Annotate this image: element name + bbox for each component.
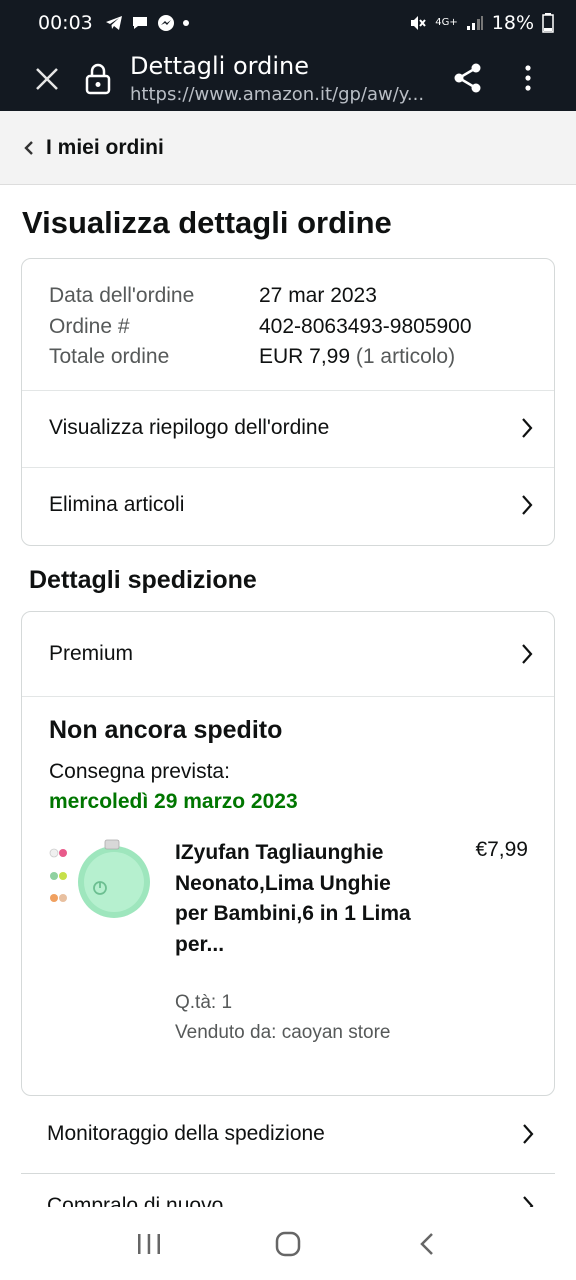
- order-number-row: Ordine # 402-8063493-9805900: [49, 312, 472, 343]
- close-button[interactable]: [30, 62, 64, 96]
- recent-apps-icon: [138, 1234, 161, 1254]
- chevron-right-icon: [522, 418, 533, 438]
- order-total-value: EUR 7,99 (1 articolo): [259, 342, 455, 373]
- back-button[interactable]: [405, 1224, 449, 1264]
- share-icon[interactable]: [450, 60, 486, 96]
- messenger-icon: [157, 15, 174, 31]
- battery-icon: [542, 13, 554, 33]
- order-item-count: (1 articolo): [355, 345, 456, 368]
- browser-page-title[interactable]: Dettagli ordine: [130, 52, 309, 80]
- shipment-card: Premium Non ancora spedito Consegna prev…: [21, 611, 555, 1096]
- order-total-amount: EUR 7,99: [259, 345, 351, 368]
- shipment-status: Non ancora spedito: [49, 716, 283, 744]
- more-options-icon[interactable]: [516, 60, 540, 96]
- telegram-icon: [105, 16, 122, 30]
- premium-shipping-link[interactable]: Premium: [22, 614, 554, 694]
- chevron-right-icon: [523, 1196, 534, 1207]
- chevron-left-icon: [24, 140, 33, 155]
- chat-bubble-icon: [132, 17, 147, 29]
- status-time: 00:03: [38, 12, 93, 34]
- back-icon: [419, 1233, 433, 1255]
- delete-items-label: Elimina articoli: [49, 493, 185, 516]
- signal-icon: [466, 16, 483, 30]
- order-total-label: Totale ordine: [49, 345, 170, 368]
- shipping-type-label: Premium: [49, 642, 134, 665]
- browser-url[interactable]: https://www.amazon.it/gp/aw/y...: [130, 84, 430, 105]
- order-info: Data dell'ordine 27 mar 2023 Ordine # 40…: [49, 281, 472, 373]
- notification-dot-icon: [182, 20, 189, 26]
- chevron-right-icon: [522, 644, 533, 664]
- order-date-label: Data dell'ordine: [49, 284, 195, 307]
- network-type: 4G+: [435, 17, 458, 28]
- buy-again-link[interactable]: Compralo di nuovo: [21, 1174, 555, 1207]
- track-shipment-link[interactable]: Monitoraggio della spedizione: [21, 1096, 555, 1172]
- shipment-section-title: Dettagli spedizione: [29, 566, 257, 594]
- product-image[interactable]: [48, 838, 154, 938]
- order-number-value: 402-8063493-9805900: [259, 314, 472, 338]
- track-shipment-label: Monitoraggio della spedizione: [47, 1122, 325, 1145]
- order-date-value: 27 mar 2023: [259, 284, 377, 307]
- browser-toolbar: Dettagli ordine https://www.amazon.it/gp…: [0, 46, 576, 111]
- home-button[interactable]: [266, 1224, 310, 1264]
- status-bar: 00:03 4G+ 18%: [0, 0, 576, 46]
- back-label: I miei ordini: [46, 135, 164, 159]
- order-total-row: Totale ordine EUR 7,99 (1 articolo): [49, 342, 472, 373]
- chevron-right-icon: [522, 495, 533, 515]
- system-navigation-bar: [0, 1208, 576, 1280]
- product-price: €7,99: [475, 838, 528, 861]
- product-quantity: Q.tà: 1: [175, 992, 233, 1013]
- lock-icon[interactable]: [84, 62, 112, 96]
- delivery-date: mercoledì 29 marzo 2023: [49, 790, 298, 813]
- order-number-label: Ordine #: [49, 314, 130, 338]
- page-title: Visualizza dettagli ordine: [22, 205, 392, 240]
- chevron-right-icon: [523, 1124, 534, 1144]
- mute-icon: [411, 16, 427, 30]
- back-to-orders-link[interactable]: I miei ordini: [0, 111, 576, 185]
- product-seller: Venduto da: caoyan store: [175, 1022, 391, 1043]
- close-icon: [36, 68, 58, 90]
- buy-again-label: Compralo di nuovo: [47, 1194, 224, 1207]
- order-date-row: Data dell'ordine 27 mar 2023: [49, 281, 472, 312]
- divider: [22, 696, 554, 697]
- battery-percent: 18%: [491, 12, 534, 34]
- order-summary-card: Data dell'ordine 27 mar 2023 Ordine # 40…: [21, 258, 555, 546]
- delete-items-link[interactable]: Elimina articoli: [22, 467, 554, 543]
- home-icon: [275, 1231, 301, 1257]
- product-title-link[interactable]: IZyufan Tagliaunghie Neonato,Lima Unghie…: [175, 838, 420, 960]
- recent-apps-button[interactable]: [127, 1224, 171, 1264]
- view-order-summary-link[interactable]: Visualizza riepilogo dell'ordine: [22, 390, 554, 466]
- view-order-summary-label: Visualizza riepilogo dell'ordine: [49, 416, 330, 439]
- delivery-label: Consegna prevista:: [49, 760, 230, 783]
